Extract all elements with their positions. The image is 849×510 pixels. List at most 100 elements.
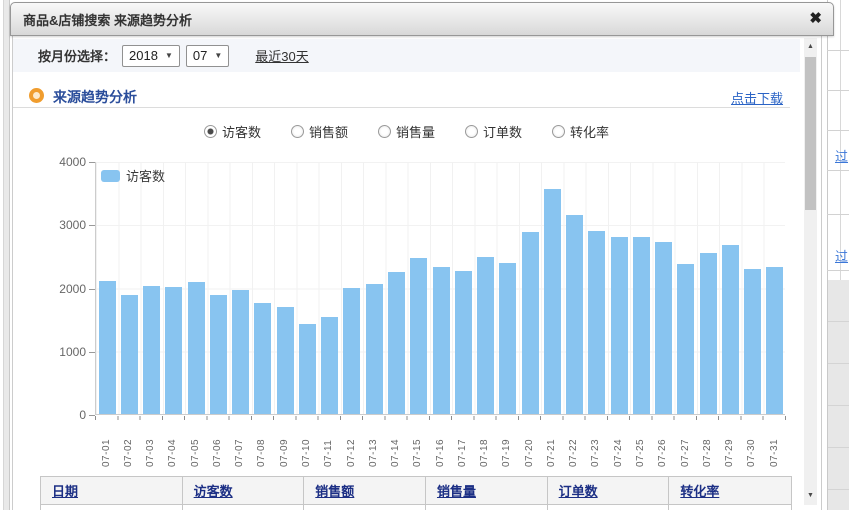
bar-07-03[interactable] (143, 286, 160, 414)
bar-07-11[interactable] (321, 317, 338, 414)
table-cell (669, 505, 791, 510)
bar-07-28[interactable] (700, 253, 717, 414)
x-slot: 07-12 (340, 421, 362, 467)
x-slot: 07-28 (696, 421, 718, 467)
x-slot: 07-06 (206, 421, 228, 467)
bar-07-20[interactable] (522, 232, 539, 414)
background-table-cells (828, 280, 849, 510)
bar-07-26[interactable] (655, 242, 672, 414)
bar-07-09[interactable] (277, 307, 294, 414)
x-tick-label: 07-14 (390, 421, 401, 467)
metric-radio-访客数[interactable]: 访客数 (204, 122, 261, 141)
x-tick-label: 07-04 (167, 421, 178, 467)
bar-07-15[interactable] (410, 258, 427, 414)
x-tick-label: 07-08 (256, 421, 267, 467)
x-tick-label: 07-23 (590, 421, 601, 467)
bar-07-12[interactable] (343, 288, 360, 414)
x-tick-label: 07-02 (123, 421, 134, 467)
radio-circle-icon (465, 125, 478, 138)
section-divider (13, 107, 790, 108)
x-tick-label: 07-25 (635, 421, 646, 467)
header-cell: 订单数 (548, 477, 670, 504)
bar-07-25[interactable] (633, 237, 650, 414)
bar-07-21[interactable] (544, 189, 561, 414)
scroll-down-icon[interactable]: ▼ (804, 489, 817, 502)
x-slot: 07-13 (362, 421, 384, 467)
scrollbar-thumb[interactable] (805, 57, 816, 210)
x-tick-label: 07-27 (680, 421, 691, 467)
bar-07-07[interactable] (232, 290, 249, 414)
bar-07-22[interactable] (566, 215, 583, 414)
x-slot: 07-17 (451, 421, 473, 467)
x-tick-label: 07-01 (101, 421, 112, 467)
close-icon[interactable]: ✖ (809, 11, 822, 26)
header-cell: 访客数 (183, 477, 305, 504)
month-select[interactable]: 07 ▼ (186, 45, 229, 67)
bar-07-27[interactable] (677, 264, 694, 414)
radio-label: 访客数 (222, 122, 261, 141)
vertical-scrollbar[interactable]: ▲ ▼ (804, 38, 817, 505)
x-tick-label: 07-28 (702, 421, 713, 467)
x-tick-label: 07-03 (145, 421, 156, 467)
bar-07-23[interactable] (588, 231, 605, 414)
month-picker-label: 按月份选择： (38, 46, 116, 65)
x-slot: 07-05 (184, 421, 206, 467)
bar-07-14[interactable] (388, 272, 405, 414)
column-header-销售量[interactable]: 销售量 (437, 481, 476, 500)
x-tick-label: 07-12 (346, 421, 357, 467)
y-tick-label: 3000 (40, 217, 86, 233)
x-slot: 07-10 (295, 421, 317, 467)
scroll-up-icon[interactable]: ▲ (804, 40, 817, 53)
bar-07-29[interactable] (722, 245, 739, 415)
dropdown-arrow-icon: ▼ (165, 51, 173, 60)
x-slot: 07-15 (407, 421, 429, 467)
column-header-订单数[interactable]: 订单数 (559, 481, 598, 500)
dialog-title: 商品&店铺搜索 来源趋势分析 (23, 10, 192, 29)
bar-07-17[interactable] (455, 271, 472, 414)
table-header-row: 日期 访客数 销售额 销售量 订单数 转化率 (41, 477, 791, 504)
column-header-访客数[interactable]: 访客数 (194, 481, 233, 500)
x-slot: 07-09 (273, 421, 295, 467)
x-tick-label: 07-24 (613, 421, 624, 467)
x-slot: 07-08 (251, 421, 273, 467)
metric-radio-订单数[interactable]: 订单数 (465, 122, 522, 141)
bar-07-24[interactable] (611, 237, 628, 414)
bar-07-10[interactable] (299, 324, 316, 414)
bar-07-18[interactable] (477, 257, 494, 414)
x-slot: 07-16 (429, 421, 451, 467)
column-header-日期[interactable]: 日期 (52, 481, 78, 500)
column-header-转化率[interactable]: 转化率 (680, 481, 719, 500)
plot-area: 访客数 (95, 162, 785, 415)
metric-radio-转化率[interactable]: 转化率 (552, 122, 609, 141)
bar-07-30[interactable] (744, 269, 761, 414)
background-table-link-fragment: 过 (835, 246, 849, 265)
x-slot: 07-21 (540, 421, 562, 467)
metric-radio-销售量[interactable]: 销售量 (378, 122, 435, 141)
metric-radio-销售额[interactable]: 销售额 (291, 122, 348, 141)
bar-07-31[interactable] (766, 267, 783, 414)
bar-07-19[interactable] (499, 263, 516, 414)
bar-07-02[interactable] (121, 295, 138, 414)
bar-07-06[interactable] (210, 295, 227, 414)
bar-07-08[interactable] (254, 303, 271, 414)
radio-circle-icon (552, 125, 565, 138)
bar-07-01[interactable] (99, 281, 116, 414)
year-select-value: 2018 (129, 48, 158, 63)
x-slot: 07-04 (162, 421, 184, 467)
background-grid-line (827, 130, 849, 131)
year-select[interactable]: 2018 ▼ (122, 45, 180, 67)
bar-07-16[interactable] (433, 267, 450, 414)
bar-07-05[interactable] (188, 282, 205, 414)
table-cell (183, 505, 305, 510)
background-grid-line (827, 270, 849, 271)
x-tick-label: 07-16 (435, 421, 446, 467)
bar-07-13[interactable] (366, 284, 383, 414)
y-tick-label: 2000 (40, 281, 86, 297)
dialog-titlebar: 商品&店铺搜索 来源趋势分析 ✖ (10, 2, 834, 36)
header-cell: 日期 (41, 477, 183, 504)
bar-07-04[interactable] (165, 287, 182, 414)
column-header-销售额[interactable]: 销售额 (315, 481, 354, 500)
download-link[interactable]: 点击下载 (731, 88, 783, 107)
recent-30-days-link[interactable]: 最近30天 (255, 46, 308, 65)
x-slot: 07-29 (718, 421, 740, 467)
